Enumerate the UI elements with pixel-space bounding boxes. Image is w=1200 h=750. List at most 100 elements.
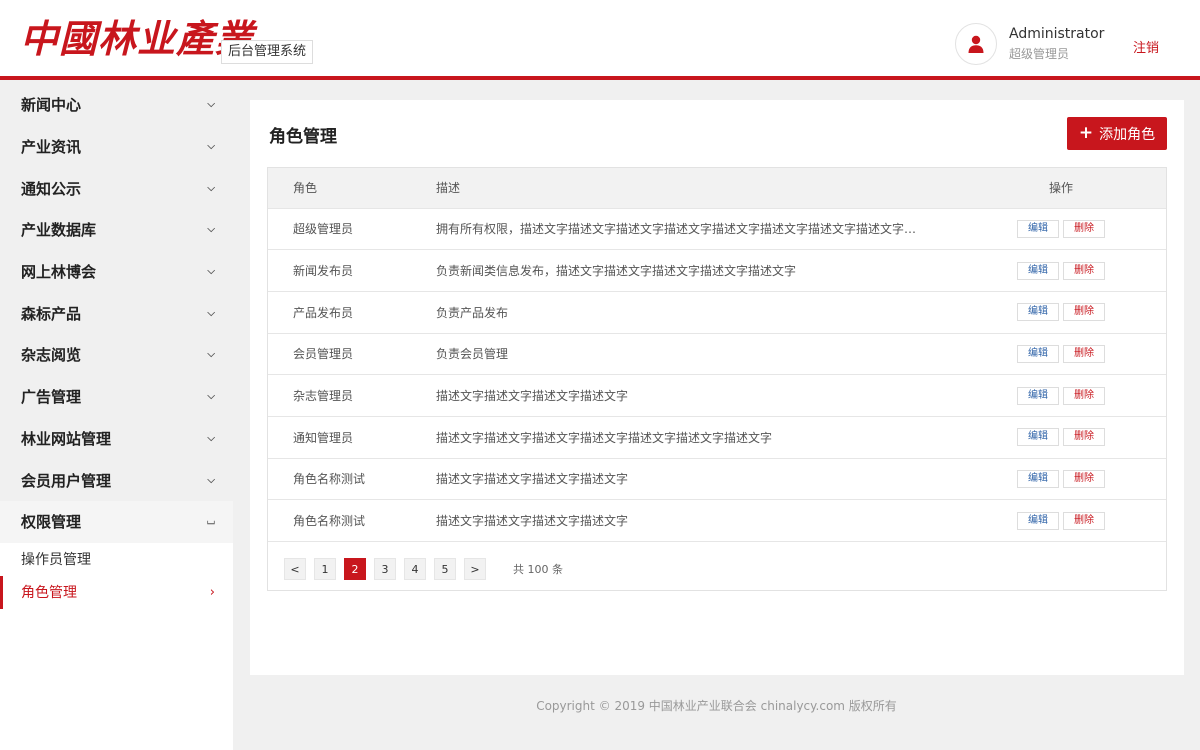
role-cell: 角色名称测试 bbox=[293, 514, 366, 529]
sidebar-item-label: 产业数据库 bbox=[21, 221, 97, 240]
delete-button[interactable]: 删除 bbox=[1063, 261, 1105, 280]
sidebar-item-label: 通知公示 bbox=[21, 179, 82, 198]
sidebar-item-label: 新闻中心 bbox=[21, 96, 82, 115]
table-row: 通知管理员 描述文字描述文字描述文字描述文字描述文字描述文字描述文字 编辑 删除 bbox=[268, 416, 1166, 458]
sidebar-item-magazines[interactable]: 杂志阅览 ⌵ bbox=[0, 334, 233, 376]
role-cell: 通知管理员 bbox=[293, 430, 354, 445]
top-header: 中國林业產業 后台管理系统 Administrator 超级管理员 注销 bbox=[0, 0, 1200, 80]
table-row: 超级管理员 拥有所有权限，描述文字描述文字描述文字描述文字描述文字描述文字描述文… bbox=[268, 208, 1166, 250]
sidebar-item-label: 森标产品 bbox=[21, 304, 82, 323]
sidebar-subitem-roles[interactable]: 角色管理 › bbox=[0, 575, 233, 609]
add-role-button[interactable]: + 添加角色 bbox=[1067, 117, 1167, 150]
edit-button[interactable]: 编辑 bbox=[1017, 261, 1059, 280]
table-row: 杂志管理员 描述文字描述文字描述文字描述文字 编辑 删除 bbox=[268, 374, 1166, 417]
sidebar-item-label: 会员用户管理 bbox=[21, 471, 112, 490]
column-header-role: 角色 bbox=[293, 181, 318, 196]
footer-copyright: Copyright © 2019 中国林业产业联合会 chinalycy.com… bbox=[536, 699, 897, 713]
chevron-down-icon: ⌵ bbox=[207, 349, 215, 361]
system-name-tag: 后台管理系统 bbox=[221, 40, 314, 64]
pagination-page-2[interactable]: 2 bbox=[344, 558, 366, 580]
table-row: 角色名称测试 描述文字描述文字描述文字描述文字 编辑 删除 bbox=[268, 458, 1166, 500]
chevron-down-icon: ⌵ bbox=[207, 432, 215, 444]
sidebar-item-label: 杂志阅览 bbox=[21, 346, 82, 365]
sidebar-subitem-label: 操作员管理 bbox=[21, 552, 91, 569]
ops-cell: 编辑 删除 bbox=[956, 458, 1166, 500]
desc-cell: 描述文字描述文字描述文字描述文字 bbox=[436, 514, 629, 529]
sidebar-item-database[interactable]: 产业数据库 ⌵ bbox=[0, 209, 233, 251]
role-cell: 超级管理员 bbox=[293, 222, 354, 237]
pagination-next[interactable]: > bbox=[464, 558, 486, 580]
pagination-prev[interactable]: < bbox=[284, 558, 306, 580]
user-name: Administrator bbox=[1009, 26, 1105, 42]
chevron-down-icon: ⌵ bbox=[207, 474, 215, 486]
pagination-page-1[interactable]: 1 bbox=[314, 558, 336, 580]
delete-button[interactable]: 删除 bbox=[1063, 511, 1105, 530]
chevron-down-icon: ⌵ bbox=[207, 391, 215, 403]
table-row: 产品发布员 负责产品发布 编辑 删除 bbox=[268, 291, 1166, 333]
page-title: 角色管理 bbox=[269, 127, 337, 147]
sidebar-item-permissions[interactable]: 权限管理 ⌴ bbox=[0, 500, 233, 543]
sidebar-item-label: 网上林博会 bbox=[21, 263, 97, 282]
ops-cell: 编辑 删除 bbox=[956, 500, 1166, 542]
delete-button[interactable]: 删除 bbox=[1063, 303, 1105, 322]
sidebar-subitem-label: 角色管理 bbox=[21, 585, 77, 602]
desc-cell: 负责新闻类信息发布，描述文字描述文字描述文字描述文字描述文字 bbox=[436, 264, 797, 279]
role-cell: 新闻发布员 bbox=[293, 264, 354, 279]
edit-button[interactable]: 编辑 bbox=[1017, 219, 1059, 238]
edit-button[interactable]: 编辑 bbox=[1017, 303, 1059, 322]
edit-button[interactable]: 编辑 bbox=[1017, 469, 1059, 488]
sidebar-item-news[interactable]: 新闻中心 ⌵ bbox=[0, 84, 233, 126]
sidebar-item-online-expo[interactable]: 网上林博会 ⌵ bbox=[0, 250, 233, 293]
main-panel: 角色管理 + 添加角色 角色 描述 操作 超级管理员 拥有所有权限，描述文字描述文… bbox=[250, 100, 1184, 675]
desc-cell: 描述文字描述文字描述文字描述文字 bbox=[436, 389, 629, 404]
delete-button[interactable]: 删除 bbox=[1063, 469, 1105, 488]
desc-cell: 描述文字描述文字描述文字描述文字 bbox=[436, 472, 629, 487]
site-logo[interactable]: 中國林业產業 bbox=[20, 14, 254, 64]
ops-cell: 编辑 删除 bbox=[956, 416, 1166, 458]
sidebar-item-notices[interactable]: 通知公示 ⌵ bbox=[0, 167, 233, 210]
edit-button[interactable]: 编辑 bbox=[1017, 511, 1059, 530]
table-row: 会员管理员 负责会员管理 编辑 删除 bbox=[268, 333, 1166, 375]
desc-cell: 拥有所有权限，描述文字描述文字描述文字描述文字描述文字描述文字描述文字描述文字… bbox=[436, 222, 917, 237]
chevron-down-icon: ⌵ bbox=[207, 141, 215, 153]
delete-button[interactable]: 删除 bbox=[1063, 219, 1105, 238]
ops-cell: 编辑 删除 bbox=[956, 375, 1166, 417]
delete-button[interactable]: 删除 bbox=[1063, 386, 1105, 405]
chevron-down-icon: ⌵ bbox=[207, 224, 215, 236]
edit-button[interactable]: 编辑 bbox=[1017, 344, 1059, 363]
user-icon bbox=[968, 35, 984, 53]
pagination-page-4[interactable]: 4 bbox=[404, 558, 426, 580]
chevron-down-icon: ⌵ bbox=[207, 307, 215, 319]
sidebar-item-members[interactable]: 会员用户管理 ⌵ bbox=[0, 459, 233, 501]
sidebar-item-ads[interactable]: 广告管理 ⌵ bbox=[0, 375, 233, 418]
pagination-page-3[interactable]: 3 bbox=[374, 558, 396, 580]
delete-button[interactable]: 删除 bbox=[1063, 428, 1105, 447]
logout-link[interactable]: 注销 bbox=[1133, 37, 1159, 56]
ops-cell: 编辑 删除 bbox=[956, 208, 1166, 250]
sidebar-subitem-operators[interactable]: 操作员管理 bbox=[0, 542, 233, 576]
roles-table: 角色 描述 操作 超级管理员 拥有所有权限，描述文字描述文字描述文字描述文字描述… bbox=[268, 168, 1166, 542]
user-avatar[interactable] bbox=[955, 23, 997, 65]
role-cell: 会员管理员 bbox=[293, 347, 354, 362]
edit-button[interactable]: 编辑 bbox=[1017, 386, 1059, 405]
ops-cell: 编辑 删除 bbox=[956, 291, 1166, 333]
table-header-row: 角色 描述 操作 bbox=[268, 168, 1166, 208]
sidebar-nav: 新闻中心 ⌵ 产业资讯 ⌵ 通知公示 ⌵ 产业数据库 ⌵ 网上林博会 ⌵ 森标产品 ⌵ 杂志… bbox=[0, 84, 233, 750]
edit-button[interactable]: 编辑 bbox=[1017, 428, 1059, 447]
sidebar-item-industry-info[interactable]: 产业资讯 ⌵ bbox=[0, 125, 233, 168]
desc-cell: 负责产品发布 bbox=[436, 305, 509, 320]
sidebar-item-forest-products[interactable]: 森标产品 ⌵ bbox=[0, 292, 233, 335]
chevron-up-icon: ⌴ bbox=[207, 516, 215, 528]
sidebar-item-sites[interactable]: 林业网站管理 ⌵ bbox=[0, 417, 233, 460]
add-role-label: 添加角色 bbox=[1099, 126, 1156, 143]
delete-button[interactable]: 删除 bbox=[1063, 344, 1105, 363]
chevron-down-icon: ⌵ bbox=[207, 99, 215, 111]
pagination-page-5[interactable]: 5 bbox=[434, 558, 456, 580]
desc-cell: 负责会员管理 bbox=[436, 347, 509, 362]
pagination-total: 共 100 条 bbox=[513, 563, 563, 576]
sidebar-item-label: 产业资讯 bbox=[21, 138, 82, 157]
table-row: 角色名称测试 描述文字描述文字描述文字描述文字 编辑 删除 bbox=[268, 499, 1166, 542]
desc-cell: 描述文字描述文字描述文字描述文字描述文字描述文字描述文字 bbox=[436, 430, 773, 445]
chevron-down-icon: ⌵ bbox=[207, 182, 215, 194]
ops-cell: 编辑 删除 bbox=[956, 250, 1166, 292]
